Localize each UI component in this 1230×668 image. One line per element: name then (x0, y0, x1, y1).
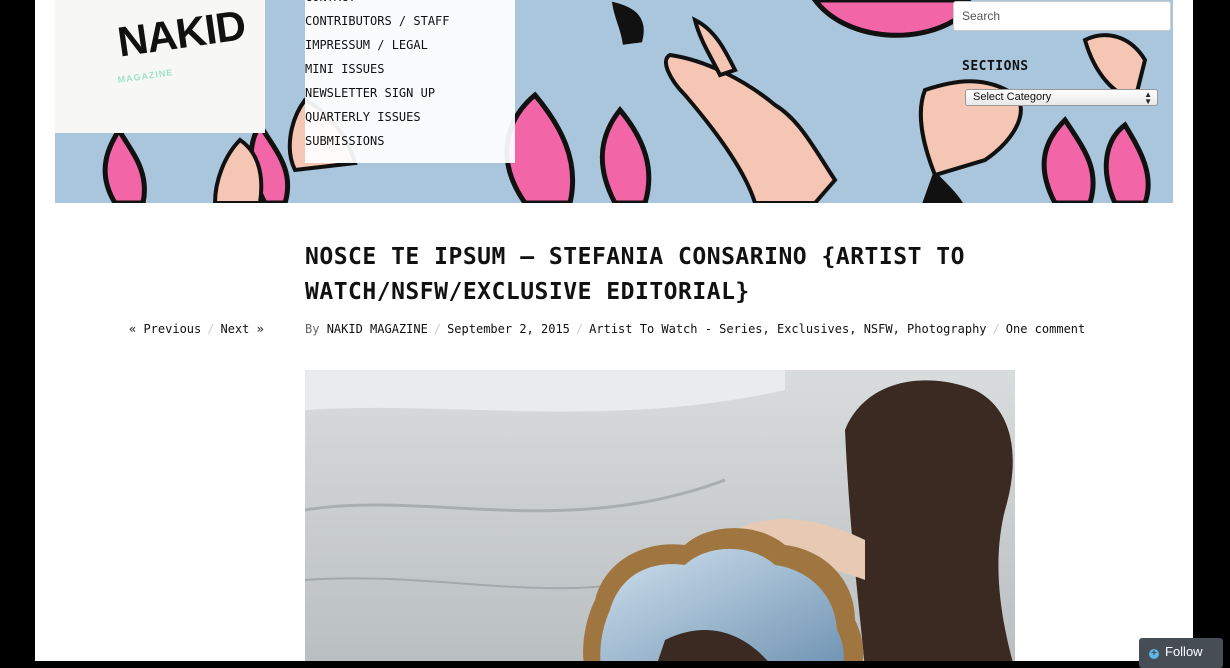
follow-button[interactable]: + Follow (1139, 638, 1223, 668)
post-navigation: « Previous / Next » (129, 322, 264, 336)
page: NAKID MAGAZINE CONTACT CONTRIBUTORS / ST… (35, 0, 1193, 661)
logo-wordmark: NAKID (114, 1, 248, 66)
meta-separator: / (575, 322, 584, 336)
previous-post-link[interactable]: « Previous (129, 322, 201, 336)
menu-item-contact[interactable]: CONTACT (305, 0, 515, 9)
follow-label: Follow (1165, 644, 1203, 659)
meta-separator: / (992, 322, 1000, 336)
author-link[interactable]: NAKID MAGAZINE (327, 322, 428, 336)
plus-icon: + (1149, 649, 1159, 659)
select-arrows-icon: ▲ ▼ (1144, 90, 1152, 106)
menu-item-submissions[interactable]: SUBMISSIONS (305, 129, 515, 153)
sections-heading: SECTIONS (962, 59, 1029, 74)
category-link-nsfw[interactable]: NSFW (864, 322, 893, 336)
search-input[interactable] (953, 1, 1171, 31)
category-select[interactable]: Select Category ▲ ▼ (965, 89, 1158, 106)
nav-separator: / (207, 322, 215, 336)
post-title-line-2: WATCH/NSFW/EXCLUSIVE EDITORIAL} (305, 279, 750, 305)
category-link-exclusives[interactable]: Exclusives (777, 322, 849, 336)
category-link-artist-to-watch[interactable]: Artist To Watch - Series (589, 322, 762, 336)
menu-item-contributors[interactable]: CONTRIBUTORS / STAFF (305, 9, 515, 33)
logo-subtext: MAGAZINE (117, 67, 174, 85)
menu-item-mini-issues[interactable]: MINI ISSUES (305, 57, 515, 81)
photo-woman-with-mirror (305, 370, 1015, 661)
main-menu: CONTACT CONTRIBUTORS / STAFF IMPRESSUM /… (305, 0, 515, 163)
next-post-link[interactable]: Next » (220, 322, 263, 336)
featured-photo (305, 370, 1015, 661)
meta-separator: / (433, 322, 442, 336)
menu-item-quarterly-issues[interactable]: QUARTERLY ISSUES (305, 105, 515, 129)
comments-link[interactable]: One comment (1006, 322, 1085, 336)
category-select-value: Select Category (973, 91, 1052, 103)
post-date-link[interactable]: September 2, 2015 (447, 322, 570, 336)
menu-item-impressum[interactable]: IMPRESSUM / LEGAL (305, 33, 515, 57)
byline-label: By (305, 322, 320, 336)
category-link-photography[interactable]: Photography (907, 322, 986, 336)
post-title-line-1: NOSCE TE IPSUM – STEFANIA CONSARINO {ART… (305, 244, 965, 270)
post-title: NOSCE TE IPSUM – STEFANIA CONSARINO {ART… (305, 240, 1025, 310)
post-meta: By NAKID MAGAZINE / September 2, 2015 / Arti… (305, 322, 1086, 336)
menu-item-newsletter[interactable]: NEWSLETTER SIGN UP (305, 81, 515, 105)
site-logo[interactable]: NAKID MAGAZINE (55, 0, 265, 133)
